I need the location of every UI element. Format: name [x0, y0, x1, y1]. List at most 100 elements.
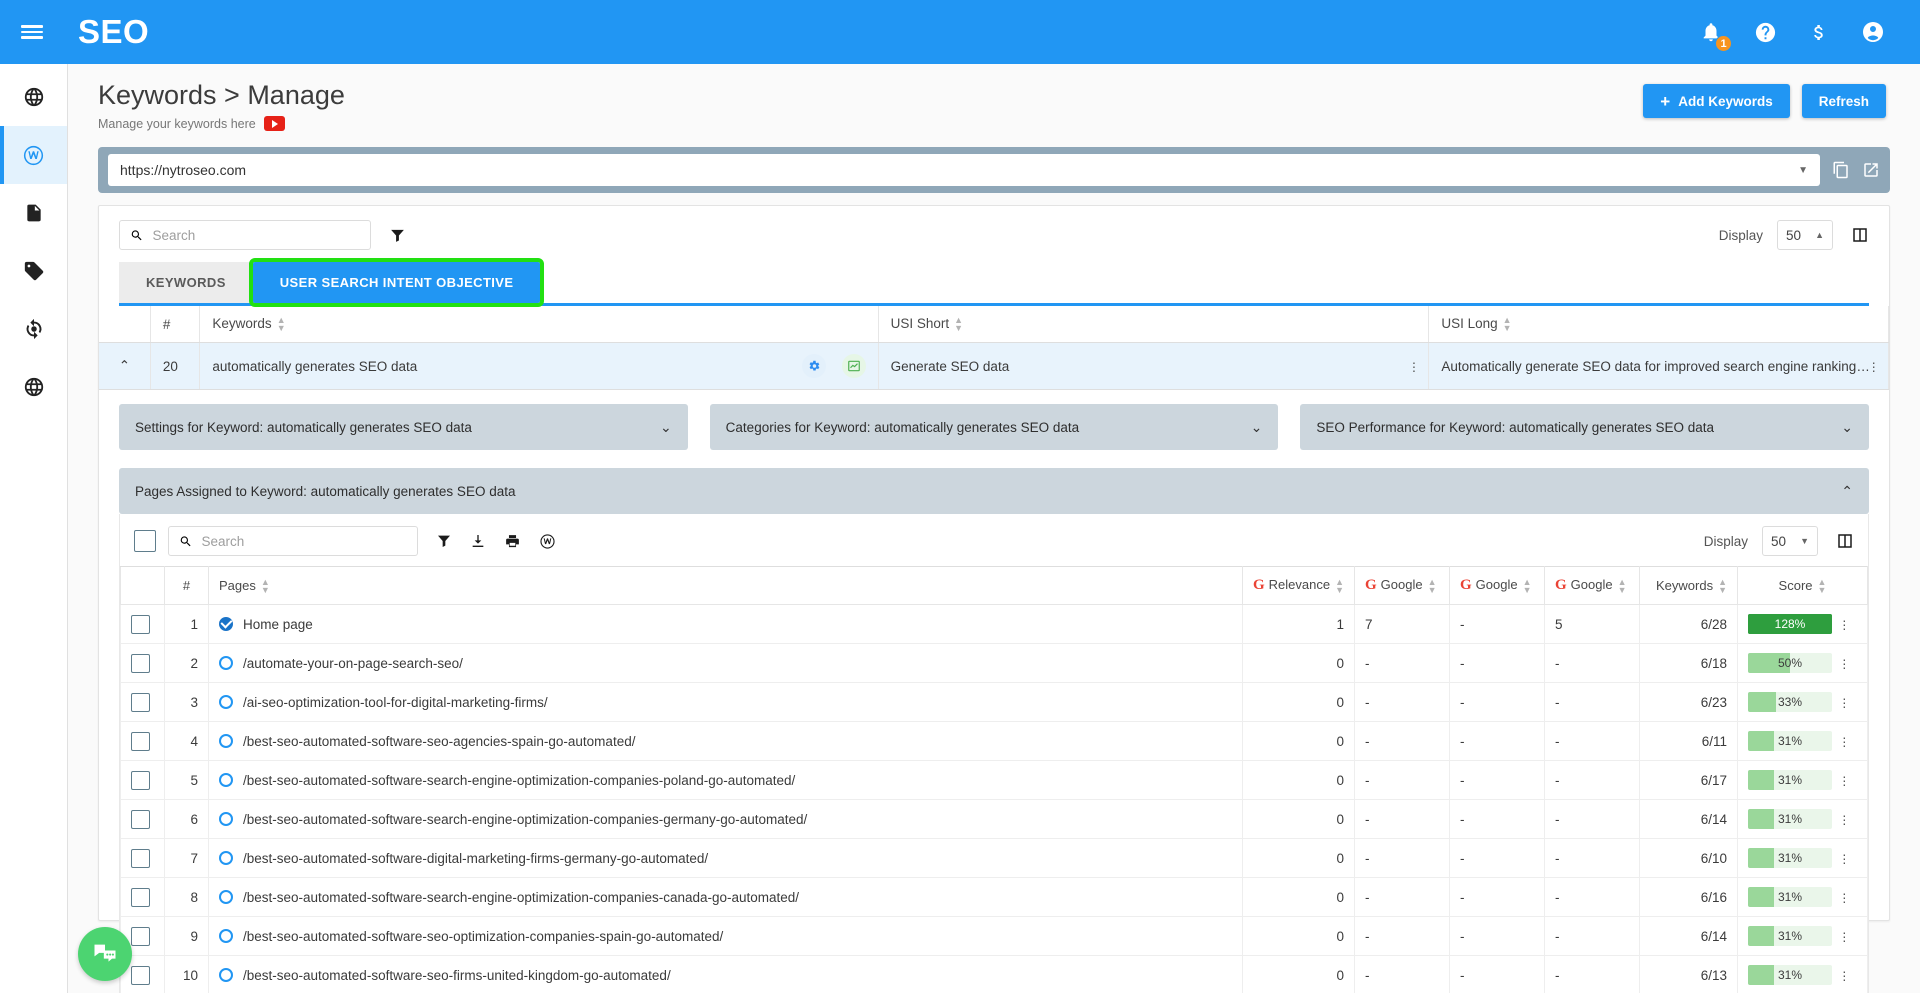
print-icon[interactable]: [504, 533, 521, 550]
sidebar-item-globe[interactable]: [0, 68, 67, 126]
table-row[interactable]: 4/best-seo-automated-software-seo-agenci…: [121, 722, 1868, 761]
row-expand-toggle[interactable]: ⌃: [99, 343, 150, 390]
col-score[interactable]: Score▲▼: [1738, 567, 1868, 605]
row-more-icon[interactable]: ···: [1842, 618, 1847, 630]
plus-icon: +: [1660, 93, 1670, 110]
sidebar-item-documents[interactable]: [0, 184, 67, 242]
unselected-circle-icon[interactable]: [219, 734, 233, 748]
col-index[interactable]: #: [150, 306, 200, 343]
table-row[interactable]: 10/best-seo-automated-software-seo-firms…: [121, 956, 1868, 993]
pages-search-input[interactable]: [202, 534, 407, 549]
row-more-icon[interactable]: ···: [1842, 696, 1847, 708]
accordion-seo-performance[interactable]: SEO Performance for Keyword: automatical…: [1300, 404, 1869, 450]
row-checkbox-cell: [121, 761, 165, 800]
table-row[interactable]: 9/best-seo-automated-software-seo-optimi…: [121, 917, 1868, 956]
table-row[interactable]: 2/automate-your-on-page-search-seo/0---6…: [121, 644, 1868, 683]
pages-search-wrapper[interactable]: [168, 526, 418, 556]
col-keywords[interactable]: Keywords▲▼: [200, 306, 878, 343]
row-checkbox[interactable]: [131, 654, 150, 673]
table-row[interactable]: 5/best-seo-automated-software-search-eng…: [121, 761, 1868, 800]
tab-user-search-intent-objective[interactable]: USER SEARCH INTENT OBJECTIVE: [253, 262, 541, 303]
col-google-2[interactable]: GGoogle▲▼: [1450, 567, 1545, 605]
row-more-icon[interactable]: ···: [1842, 774, 1847, 786]
bell-icon[interactable]: 1: [1698, 19, 1724, 45]
row-checkbox[interactable]: [131, 693, 150, 712]
usi-short-more-icon[interactable]: ···: [1412, 360, 1417, 372]
row-more-icon[interactable]: ···: [1842, 969, 1847, 981]
table-row[interactable]: 1Home page17-56/28128%···: [121, 605, 1868, 644]
hamburger-menu-icon[interactable]: [0, 22, 64, 42]
row-checkbox[interactable]: [131, 615, 150, 634]
accordion-categories[interactable]: Categories for Keyword: automatically ge…: [710, 404, 1279, 450]
search-input[interactable]: [153, 228, 360, 243]
row-more-icon[interactable]: ···: [1842, 930, 1847, 942]
row-more-icon[interactable]: ···: [1842, 657, 1847, 669]
accordion-pages-assigned[interactable]: Pages Assigned to Keyword: automatically…: [119, 468, 1869, 514]
site-url-select[interactable]: https://nytroseo.com ▼: [108, 154, 1820, 186]
row-more-icon[interactable]: ···: [1842, 891, 1847, 903]
unselected-circle-icon[interactable]: [219, 929, 233, 943]
row-checkbox[interactable]: [131, 771, 150, 790]
col-google-1[interactable]: GGoogle▲▼: [1355, 567, 1450, 605]
row-more-icon[interactable]: ···: [1842, 852, 1847, 864]
gear-blue-icon[interactable]: [802, 354, 826, 378]
table-row[interactable]: 7/best-seo-automated-software-digital-ma…: [121, 839, 1868, 878]
col-pages-url[interactable]: Pages▲▼: [209, 567, 1243, 605]
score-bar: 31%: [1748, 887, 1832, 907]
table-row[interactable]: 6/best-seo-automated-software-search-eng…: [121, 800, 1868, 839]
col-pages-index[interactable]: #: [165, 567, 209, 605]
row-checkbox[interactable]: [131, 732, 150, 751]
col-usi-long[interactable]: USI Long▲▼: [1429, 306, 1889, 343]
select-all-checkbox[interactable]: [134, 530, 156, 552]
row-checkbox[interactable]: [131, 810, 150, 829]
row-more-icon[interactable]: ···: [1842, 735, 1847, 747]
row-more-icon[interactable]: ···: [1842, 813, 1847, 825]
pages-display-count-select[interactable]: 50 ▼: [1762, 526, 1818, 556]
keywords-row[interactable]: ⌃ 20 automatically generates SEO data: [99, 343, 1889, 390]
external-link-icon[interactable]: [1862, 161, 1880, 179]
unselected-circle-icon[interactable]: [219, 695, 233, 709]
chat-widget-button[interactable]: [78, 927, 132, 981]
unselected-circle-icon[interactable]: [219, 851, 233, 865]
filter-icon[interactable]: [389, 227, 406, 244]
tab-keywords[interactable]: KEYWORDS: [119, 262, 253, 303]
row-checkbox[interactable]: [131, 927, 150, 946]
score-bar: 33%: [1748, 692, 1832, 712]
selected-circle-icon[interactable]: [219, 617, 233, 631]
col-google-3[interactable]: GGoogle▲▼: [1545, 567, 1640, 605]
columns-icon[interactable]: [1851, 226, 1869, 244]
sidebar-item-sites[interactable]: [0, 358, 67, 416]
sidebar-item-tags[interactable]: [0, 242, 67, 300]
table-row[interactable]: 3/ai-seo-optimization-tool-for-digital-m…: [121, 683, 1868, 722]
unselected-circle-icon[interactable]: [219, 656, 233, 670]
dollar-icon[interactable]: [1806, 19, 1832, 45]
unselected-circle-icon[interactable]: [219, 968, 233, 982]
row-checkbox[interactable]: [131, 966, 150, 985]
copy-icon[interactable]: [1832, 161, 1850, 179]
col-relevance[interactable]: GRelevance▲▼: [1242, 567, 1354, 605]
youtube-icon[interactable]: [264, 116, 285, 131]
col-usi-short[interactable]: USI Short▲▼: [878, 306, 1429, 343]
accordion-settings[interactable]: Settings for Keyword: automatically gene…: [119, 404, 688, 450]
w-circle-icon[interactable]: [539, 533, 556, 550]
sidebar-item-keywords[interactable]: [0, 126, 67, 184]
chart-green-icon[interactable]: [842, 354, 866, 378]
unselected-circle-icon[interactable]: [219, 890, 233, 904]
table-row[interactable]: 8/best-seo-automated-software-search-eng…: [121, 878, 1868, 917]
unselected-circle-icon[interactable]: [219, 812, 233, 826]
row-checkbox[interactable]: [131, 849, 150, 868]
display-count-select[interactable]: 50 ▲: [1777, 220, 1833, 250]
account-icon[interactable]: [1860, 19, 1886, 45]
help-icon[interactable]: [1752, 19, 1778, 45]
columns-icon[interactable]: [1836, 532, 1854, 550]
sidebar-item-sync[interactable]: [0, 300, 67, 358]
row-checkbox[interactable]: [131, 888, 150, 907]
refresh-button[interactable]: Refresh: [1802, 84, 1886, 118]
download-icon[interactable]: [470, 533, 486, 549]
search-input-wrapper[interactable]: [119, 220, 371, 250]
usi-long-more-icon[interactable]: ···: [1871, 360, 1876, 372]
filter-icon[interactable]: [436, 533, 452, 549]
add-keywords-button[interactable]: + Add Keywords: [1643, 84, 1789, 118]
unselected-circle-icon[interactable]: [219, 773, 233, 787]
col-keywords-count[interactable]: Keywords▲▼: [1640, 567, 1738, 605]
